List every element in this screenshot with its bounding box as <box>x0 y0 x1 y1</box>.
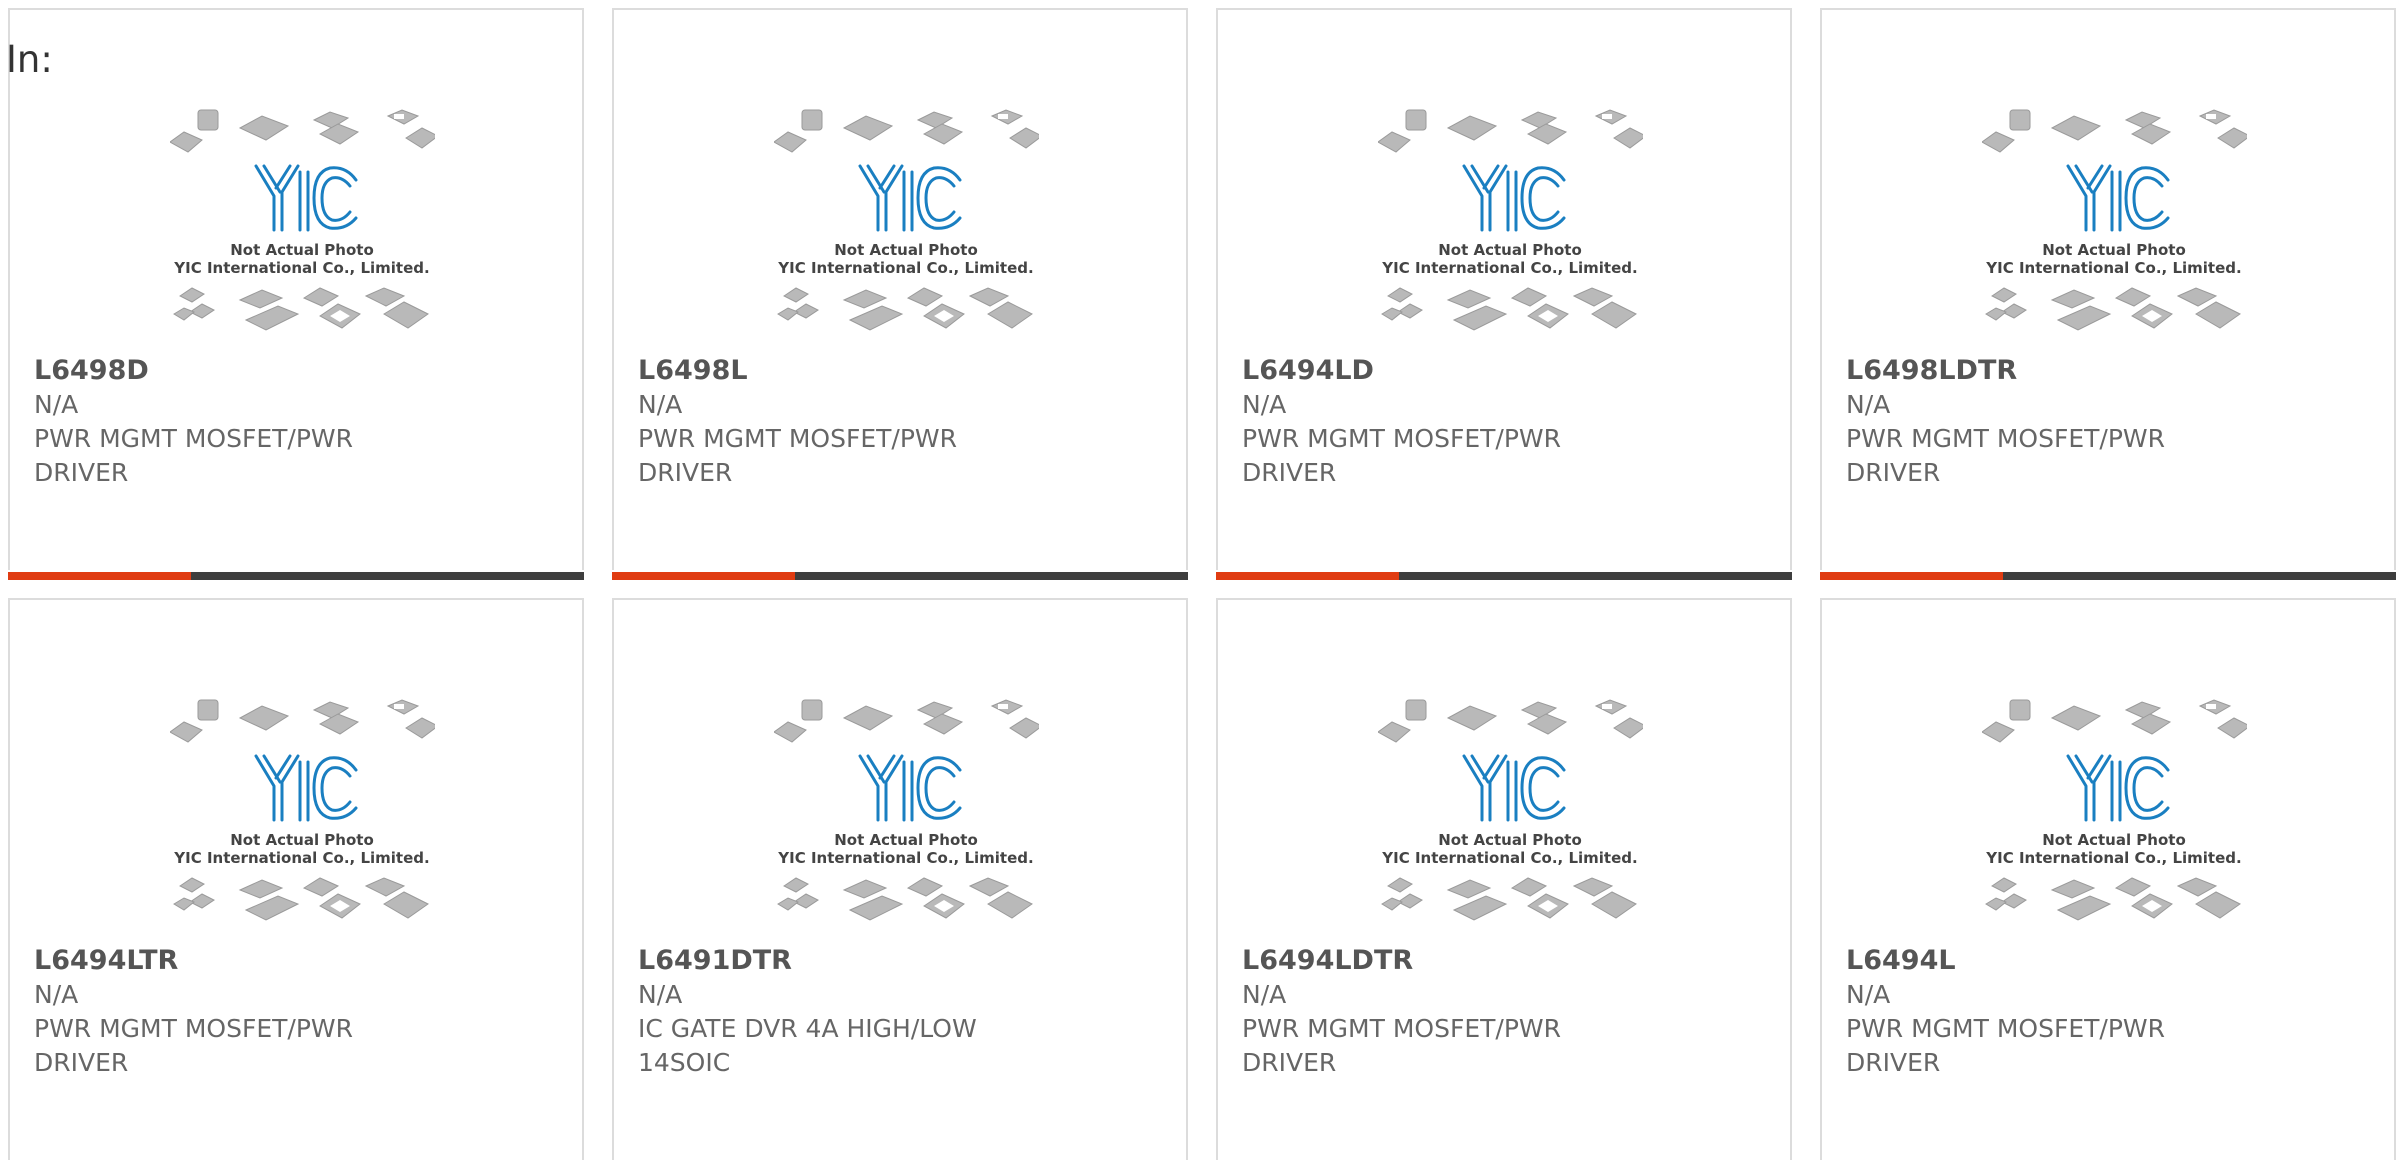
not-actual-photo-placeholder: Not Actual Photo YIC International Co., … <box>774 698 1039 922</box>
product-card[interactable]: Not Actual Photo YIC International Co., … <box>1216 8 1792 580</box>
manufacturer: N/A <box>638 980 683 1009</box>
product-info: L6498LDTR N/A PWR MGMT MOSFET/PWR DRIVER <box>1846 354 2366 490</box>
product-info: L6498D N/A PWR MGMT MOSFET/PWR DRIVER <box>34 354 554 490</box>
placeholder-line1: Not Actual Photo <box>2042 241 2186 259</box>
placeholder-line1: Not Actual Photo <box>230 241 374 259</box>
product-info: L6494LD N/A PWR MGMT MOSFET/PWR DRIVER <box>1242 354 1762 490</box>
description: PWR MGMT MOSFET/PWR DRIVER <box>1242 1014 1561 1077</box>
not-actual-photo-placeholder: Not Actual Photo YIC International Co., … <box>1982 108 2247 332</box>
placeholder-line2: YIC International Co., Limited. <box>777 849 1033 867</box>
placeholder-line1: Not Actual Photo <box>1438 831 1582 849</box>
product-card[interactable]: Not Actual Photo YIC International Co., … <box>8 598 584 1160</box>
card-accent <box>8 572 191 580</box>
part-number-link[interactable]: L6494LTR <box>34 944 554 978</box>
product-info: L6494L N/A PWR MGMT MOSFET/PWR DRIVER <box>1846 944 2366 1080</box>
not-actual-photo-placeholder: Not Actual Photo YIC International Co., … <box>1982 698 2247 922</box>
product-info: L6494LTR N/A PWR MGMT MOSFET/PWR DRIVER <box>34 944 554 1080</box>
part-number-link[interactable]: L6498LDTR <box>1846 354 2366 388</box>
placeholder-line1: Not Actual Photo <box>834 241 978 259</box>
card-accent <box>1820 572 2003 580</box>
manufacturer: N/A <box>1846 390 1891 419</box>
part-number-link[interactable]: L6494LD <box>1242 354 1762 388</box>
placeholder-line1: Not Actual Photo <box>230 831 374 849</box>
placeholder-line1: Not Actual Photo <box>834 831 978 849</box>
product-info: L6494LDTR N/A PWR MGMT MOSFET/PWR DRIVER <box>1242 944 1762 1080</box>
product-card[interactable]: Not Actual Photo YIC International Co., … <box>1820 8 2396 580</box>
product-grid-page: In: Not Actual Photo YIC International C… <box>0 0 2400 1161</box>
not-actual-photo-placeholder: Not Actual Photo YIC International Co., … <box>1378 108 1643 332</box>
card-bottom-bar <box>1820 572 2396 580</box>
placeholder-line2: YIC International Co., Limited. <box>777 259 1033 277</box>
placeholder-line2: YIC International Co., Limited. <box>1381 849 1637 867</box>
card-accent <box>1216 572 1399 580</box>
not-actual-photo-placeholder: Not Actual Photo YIC International Co., … <box>170 108 435 332</box>
placeholder-line2: YIC International Co., Limited. <box>1985 259 2241 277</box>
card-bottom-bar <box>8 572 584 580</box>
placeholder-line2: YIC International Co., Limited. <box>1381 259 1637 277</box>
product-info: L6498L N/A PWR MGMT MOSFET/PWR DRIVER <box>638 354 1158 490</box>
manufacturer: N/A <box>1242 390 1287 419</box>
card-bottom-bar <box>1216 572 1792 580</box>
not-actual-photo-placeholder: Not Actual Photo YIC International Co., … <box>774 108 1039 332</box>
description: PWR MGMT MOSFET/PWR DRIVER <box>638 424 957 487</box>
description: PWR MGMT MOSFET/PWR DRIVER <box>1846 424 2165 487</box>
card-bottom-bar <box>612 572 1188 580</box>
product-info: L6491DTR N/A IC GATE DVR 4A HIGH/LOW 14S… <box>638 944 1158 1080</box>
placeholder-line1: Not Actual Photo <box>2042 831 2186 849</box>
description: PWR MGMT MOSFET/PWR DRIVER <box>34 1014 353 1077</box>
manufacturer: N/A <box>34 390 79 419</box>
part-number-link[interactable]: L6498D <box>34 354 554 388</box>
card-accent <box>612 572 795 580</box>
part-number-link[interactable]: L6498L <box>638 354 1158 388</box>
placeholder-line1: Not Actual Photo <box>1438 241 1582 259</box>
product-card[interactable]: Not Actual Photo YIC International Co., … <box>8 8 584 580</box>
not-actual-photo-placeholder: Not Actual Photo YIC International Co., … <box>1378 698 1643 922</box>
product-card[interactable]: Not Actual Photo YIC International Co., … <box>1820 598 2396 1160</box>
manufacturer: N/A <box>1846 980 1891 1009</box>
part-number-link[interactable]: L6494LDTR <box>1242 944 1762 978</box>
part-number-link[interactable]: L6491DTR <box>638 944 1158 978</box>
placeholder-line2: YIC International Co., Limited. <box>173 259 429 277</box>
not-actual-photo-placeholder: Not Actual Photo YIC International Co., … <box>170 698 435 922</box>
product-card[interactable]: Not Actual Photo YIC International Co., … <box>612 598 1188 1160</box>
manufacturer: N/A <box>638 390 683 419</box>
product-card[interactable]: Not Actual Photo YIC International Co., … <box>612 8 1188 580</box>
placeholder-line2: YIC International Co., Limited. <box>1985 849 2241 867</box>
description: PWR MGMT MOSFET/PWR DRIVER <box>1846 1014 2165 1077</box>
product-card[interactable]: Not Actual Photo YIC International Co., … <box>1216 598 1792 1160</box>
description: PWR MGMT MOSFET/PWR DRIVER <box>1242 424 1561 487</box>
description: IC GATE DVR 4A HIGH/LOW 14SOIC <box>638 1014 977 1077</box>
in-label: In: <box>6 38 53 81</box>
manufacturer: N/A <box>1242 980 1287 1009</box>
manufacturer: N/A <box>34 980 79 1009</box>
part-number-link[interactable]: L6494L <box>1846 944 2366 978</box>
description: PWR MGMT MOSFET/PWR DRIVER <box>34 424 353 487</box>
placeholder-line2: YIC International Co., Limited. <box>173 849 429 867</box>
